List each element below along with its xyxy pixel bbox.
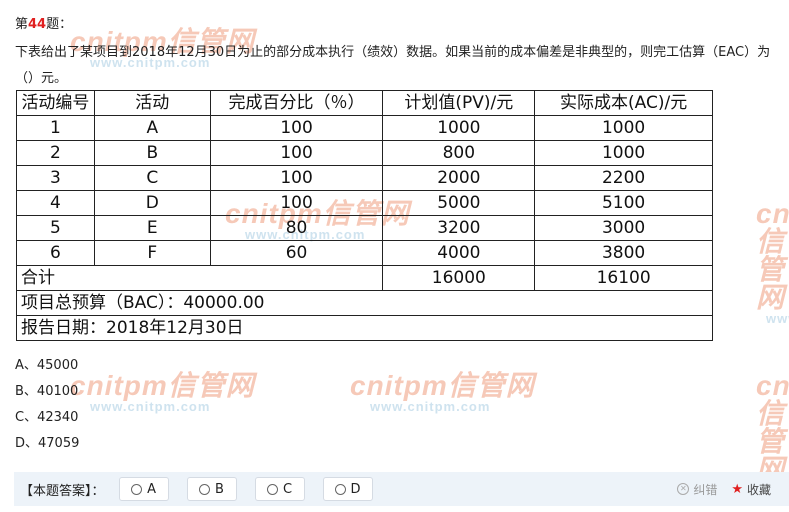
table-cell: 800 [382, 140, 536, 166]
table-report-date-row: 报告日期：2018年12月30日 [16, 315, 713, 341]
table-cell: 5 [16, 215, 95, 241]
table-cell: 2200 [534, 165, 713, 191]
radio-icon [334, 483, 346, 495]
answer-choice-d[interactable]: D [322, 477, 373, 501]
table-row: 5 E 80 3200 3000 [16, 215, 713, 241]
watermark: cnitpm信管网 www.cnitpm.com [756, 200, 789, 326]
table-cell: 3800 [534, 240, 713, 266]
table-cell: 100 [209, 140, 384, 166]
table-row: 4 D 100 5000 5100 [16, 190, 713, 216]
table-header-cell: 活动 [93, 90, 211, 116]
table-row: 6 F 60 4000 3800 [16, 240, 713, 266]
table-header-row: 活动编号 活动 完成百分比（％） 计划值(PV)/元 实际成本(AC)/元 [16, 90, 713, 116]
radio-icon [199, 483, 211, 495]
answer-options: A、45000 B、40100 C、42340 D、47059 [15, 353, 79, 457]
table-cell: 3 [16, 165, 95, 191]
report-error-button[interactable]: ✕ 纠错 [677, 481, 717, 498]
star-icon: ★ [731, 481, 743, 497]
table-cell: 项目总预算（BAC）：40000.00 [16, 290, 713, 316]
table-cell: E [93, 215, 211, 241]
watermark: cnitpm信管网 www.cnitpm.com [350, 370, 535, 414]
table-header-cell: 完成百分比（％） [209, 90, 384, 116]
table-cell: 1000 [534, 140, 713, 166]
table-cell: 2000 [382, 165, 536, 191]
table-cell: 合计 [15, 265, 384, 291]
table-cell: 3200 [382, 215, 536, 241]
option-a: A、45000 [15, 358, 79, 373]
table-cell: 80 [209, 215, 384, 241]
table-cell: 60 [209, 240, 384, 266]
table-cell: 5100 [534, 190, 713, 216]
table-bac-row: 项目总预算（BAC）：40000.00 [16, 290, 713, 316]
radio-icon [266, 483, 278, 495]
table-cell: 1 [16, 115, 95, 141]
table-row: 1 A 100 1000 1000 [16, 115, 713, 141]
answer-label: 【本题答案】： [20, 483, 105, 499]
question-number: 第44题： [15, 17, 73, 32]
table-cell: A [93, 115, 211, 141]
table-cell: 5000 [382, 190, 536, 216]
table-cell: B [93, 140, 211, 166]
table-row: 3 C 100 2000 2200 [16, 165, 713, 191]
table-cell: 报告日期：2018年12月30日 [16, 315, 713, 341]
cost-table: 活动编号 活动 完成百分比（％） 计划值(PV)/元 实际成本(AC)/元 1A… [15, 90, 713, 341]
favorite-button[interactable]: ★ 收藏 [731, 481, 771, 498]
table-cell: C [93, 165, 211, 191]
watermark: cnitpm信管网 www.cnitpm.com [70, 370, 255, 414]
answer-choice-b[interactable]: B [186, 477, 237, 501]
option-b: B、40100 [15, 384, 79, 399]
option-d: D、47059 [15, 436, 80, 451]
table-cell: 100 [209, 190, 384, 216]
table-cell: 1000 [534, 115, 713, 141]
answer-choice-a[interactable]: A [118, 477, 169, 501]
table-cell: 100 [209, 115, 384, 141]
table-cell: 16100 [534, 265, 713, 291]
radio-icon [131, 483, 143, 495]
answer-choice-c[interactable]: C [254, 477, 305, 501]
table-cell: 4 [16, 190, 95, 216]
table-cell: 6 [16, 240, 95, 266]
table-header-cell: 活动编号 [16, 90, 95, 116]
close-circle-icon: ✕ [677, 483, 690, 495]
table-header-cell: 计划值(PV)/元 [382, 90, 536, 116]
table-cell: 3000 [534, 215, 713, 241]
question-stem: 下表给出了某项目到2018年12月30日为止的部分成本执行（绩效）数据。如果当前… [15, 45, 771, 86]
table-cell: 4000 [382, 240, 536, 266]
table-cell: 1000 [382, 115, 536, 141]
table-cell: F [93, 240, 211, 266]
table-header-cell: 实际成本(AC)/元 [534, 90, 713, 116]
table-cell: 2 [16, 140, 95, 166]
option-c: C、42340 [15, 410, 79, 425]
table-cell: 100 [209, 165, 384, 191]
table-cell: 16000 [382, 265, 536, 291]
table-cell: D [93, 190, 211, 216]
table-total-row: 合计 16000 16100 [15, 265, 713, 291]
answer-bar: 【本题答案】： A B C D ✕ 纠错 ★ 收藏 [14, 472, 789, 506]
table-row: 2 B 100 800 1000 [16, 140, 713, 166]
